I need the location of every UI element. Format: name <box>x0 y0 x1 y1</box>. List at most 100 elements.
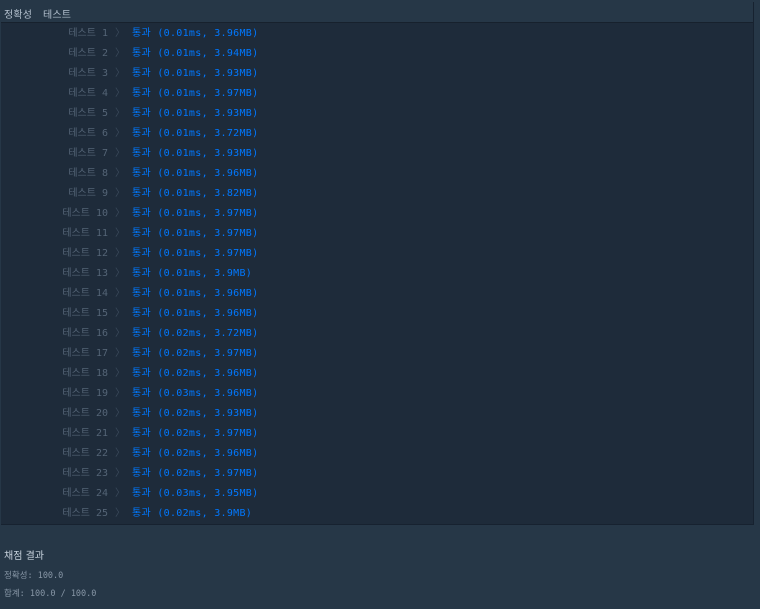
test-result-pass: 통과 (0.02ms, 3.93MB) <box>132 408 259 419</box>
chevron-right-icon: 〉 <box>115 148 125 159</box>
test-result-pass: 통과 (0.02ms, 3.97MB) <box>132 428 259 439</box>
test-result-pass: 통과 (0.01ms, 3.96MB) <box>132 288 259 299</box>
test-result-pass: 통과 (0.01ms, 3.82MB) <box>132 188 259 199</box>
test-result-pass: 통과 (0.01ms, 3.94MB) <box>132 48 259 59</box>
test-result-row: 테스트 22 〉 통과 (0.02ms, 3.96MB) <box>1 444 753 464</box>
test-result-pass: 통과 (0.03ms, 3.96MB) <box>132 388 259 399</box>
grading-summary: 채점 결과 정확성: 100.0 합계: 100.0 / 100.0 <box>0 527 760 609</box>
test-result-row: 테스트 17 〉 통과 (0.02ms, 3.97MB) <box>1 344 753 364</box>
test-label: 테스트 20 <box>62 408 108 419</box>
test-result-row: 테스트 8 〉 통과 (0.01ms, 3.96MB) <box>1 164 753 184</box>
results-list: 테스트 1 〉 통과 (0.01ms, 3.96MB) 테스트 2 〉 통과 (0.01m… <box>1 24 753 524</box>
test-label: 테스트 6 <box>68 128 108 139</box>
test-result-row: 테스트 15 〉 통과 (0.01ms, 3.96MB) <box>1 304 753 324</box>
test-result-row: 테스트 20 〉 통과 (0.02ms, 3.93MB) <box>1 404 753 424</box>
test-result-pass: 통과 (0.01ms, 3.97MB) <box>132 88 259 99</box>
chevron-right-icon: 〉 <box>115 488 125 499</box>
chevron-right-icon: 〉 <box>115 408 125 419</box>
test-result-row: 테스트 12 〉 통과 (0.01ms, 3.97MB) <box>1 244 753 264</box>
chevron-right-icon: 〉 <box>115 288 125 299</box>
test-label: 테스트 24 <box>62 488 108 499</box>
chevron-right-icon: 〉 <box>115 328 125 339</box>
summary-accuracy: 정확성: 100.0 <box>4 571 64 581</box>
chevron-right-icon: 〉 <box>115 248 125 259</box>
chevron-right-icon: 〉 <box>115 468 125 479</box>
chevron-right-icon: 〉 <box>115 28 125 39</box>
test-result-pass: 통과 (0.02ms, 3.9MB) <box>132 508 253 519</box>
chevron-right-icon: 〉 <box>115 188 125 199</box>
chevron-right-icon: 〉 <box>115 48 125 59</box>
test-label: 테스트 1 <box>68 28 108 39</box>
test-result-pass: 통과 (0.02ms, 3.96MB) <box>132 448 259 459</box>
test-result-row: 테스트 2 〉 통과 (0.01ms, 3.94MB) <box>1 44 753 64</box>
test-label: 테스트 2 <box>68 48 108 59</box>
chevron-right-icon: 〉 <box>115 348 125 359</box>
test-result-row: 테스트 24 〉 통과 (0.03ms, 3.95MB) <box>1 484 753 504</box>
test-result-row: 테스트 4 〉 통과 (0.01ms, 3.97MB) <box>1 84 753 104</box>
test-label: 테스트 10 <box>62 208 108 219</box>
test-result-row: 테스트 13 〉 통과 (0.01ms, 3.9MB) <box>1 264 753 284</box>
test-result-pass: 통과 (0.01ms, 3.96MB) <box>132 308 259 319</box>
test-label: 테스트 13 <box>62 268 108 279</box>
chevron-right-icon: 〉 <box>115 208 125 219</box>
test-result-row: 테스트 21 〉 통과 (0.02ms, 3.97MB) <box>1 424 753 444</box>
test-result-row: 테스트 1 〉 통과 (0.01ms, 3.96MB) <box>1 24 753 44</box>
test-result-pass: 통과 (0.01ms, 3.72MB) <box>132 128 259 139</box>
tab-test: 테스트 <box>43 10 72 21</box>
test-label: 테스트 17 <box>62 348 108 359</box>
grading-page: 정확성 테스트 테스트 1 〉 통과 (0.01ms, 3.96MB) 테스트 2 〉 통… <box>0 0 760 609</box>
test-label: 테스트 12 <box>62 248 108 259</box>
chevron-right-icon: 〉 <box>115 508 125 519</box>
test-result-row: 테스트 5 〉 통과 (0.01ms, 3.93MB) <box>1 104 753 124</box>
test-results-panel[interactable]: 정확성 테스트 테스트 1 〉 통과 (0.01ms, 3.96MB) 테스트 2 〉 통… <box>1 2 754 525</box>
test-result-pass: 통과 (0.01ms, 3.96MB) <box>132 168 259 179</box>
test-label: 테스트 8 <box>68 168 108 179</box>
test-result-pass: 통과 (0.02ms, 3.96MB) <box>132 368 259 379</box>
tab-accuracy: 정확성 <box>4 10 33 21</box>
chevron-right-icon: 〉 <box>115 88 125 99</box>
test-label: 테스트 3 <box>68 68 108 79</box>
chevron-right-icon: 〉 <box>115 388 125 399</box>
results-header: 정확성 테스트 <box>1 2 753 23</box>
test-result-row: 테스트 10 〉 통과 (0.01ms, 3.97MB) <box>1 204 753 224</box>
test-label: 테스트 16 <box>62 328 108 339</box>
test-result-row: 테스트 18 〉 통과 (0.02ms, 3.96MB) <box>1 364 753 384</box>
test-label: 테스트 11 <box>62 228 108 239</box>
test-label: 테스트 21 <box>62 428 108 439</box>
test-result-pass: 통과 (0.01ms, 3.96MB) <box>132 28 259 39</box>
test-result-row: 테스트 23 〉 통과 (0.02ms, 3.97MB) <box>1 464 753 484</box>
test-result-pass: 통과 (0.01ms, 3.97MB) <box>132 248 259 259</box>
chevron-right-icon: 〉 <box>115 308 125 319</box>
test-result-row: 테스트 16 〉 통과 (0.02ms, 3.72MB) <box>1 324 753 344</box>
test-label: 테스트 19 <box>62 388 108 399</box>
chevron-right-icon: 〉 <box>115 428 125 439</box>
chevron-right-icon: 〉 <box>115 168 125 179</box>
test-result-row: 테스트 25 〉 통과 (0.02ms, 3.9MB) <box>1 504 753 524</box>
test-result-pass: 통과 (0.01ms, 3.97MB) <box>132 208 259 219</box>
test-result-pass: 통과 (0.03ms, 3.95MB) <box>132 488 259 499</box>
chevron-right-icon: 〉 <box>115 228 125 239</box>
test-label: 테스트 7 <box>68 148 108 159</box>
test-result-row: 테스트 11 〉 통과 (0.01ms, 3.97MB) <box>1 224 753 244</box>
test-result-pass: 통과 (0.02ms, 3.72MB) <box>132 328 259 339</box>
test-label: 테스트 14 <box>62 288 108 299</box>
test-result-row: 테스트 19 〉 통과 (0.03ms, 3.96MB) <box>1 384 753 404</box>
test-result-row: 테스트 3 〉 통과 (0.01ms, 3.93MB) <box>1 64 753 84</box>
chevron-right-icon: 〉 <box>115 268 125 279</box>
chevron-right-icon: 〉 <box>115 448 125 459</box>
test-result-pass: 통과 (0.01ms, 3.93MB) <box>132 108 259 119</box>
chevron-right-icon: 〉 <box>115 128 125 139</box>
test-result-pass: 통과 (0.01ms, 3.93MB) <box>132 68 259 79</box>
test-result-pass: 통과 (0.01ms, 3.93MB) <box>132 148 259 159</box>
test-label: 테스트 9 <box>68 188 108 199</box>
test-label: 테스트 23 <box>62 468 108 479</box>
test-label: 테스트 5 <box>68 108 108 119</box>
test-result-pass: 통과 (0.01ms, 3.9MB) <box>132 268 253 279</box>
chevron-right-icon: 〉 <box>115 368 125 379</box>
test-label: 테스트 22 <box>62 448 108 459</box>
test-result-row: 테스트 6 〉 통과 (0.01ms, 3.72MB) <box>1 124 753 144</box>
test-label: 테스트 15 <box>62 308 108 319</box>
test-label: 테스트 18 <box>62 368 108 379</box>
test-result-row: 테스트 7 〉 통과 (0.01ms, 3.93MB) <box>1 144 753 164</box>
chevron-right-icon: 〉 <box>115 108 125 119</box>
